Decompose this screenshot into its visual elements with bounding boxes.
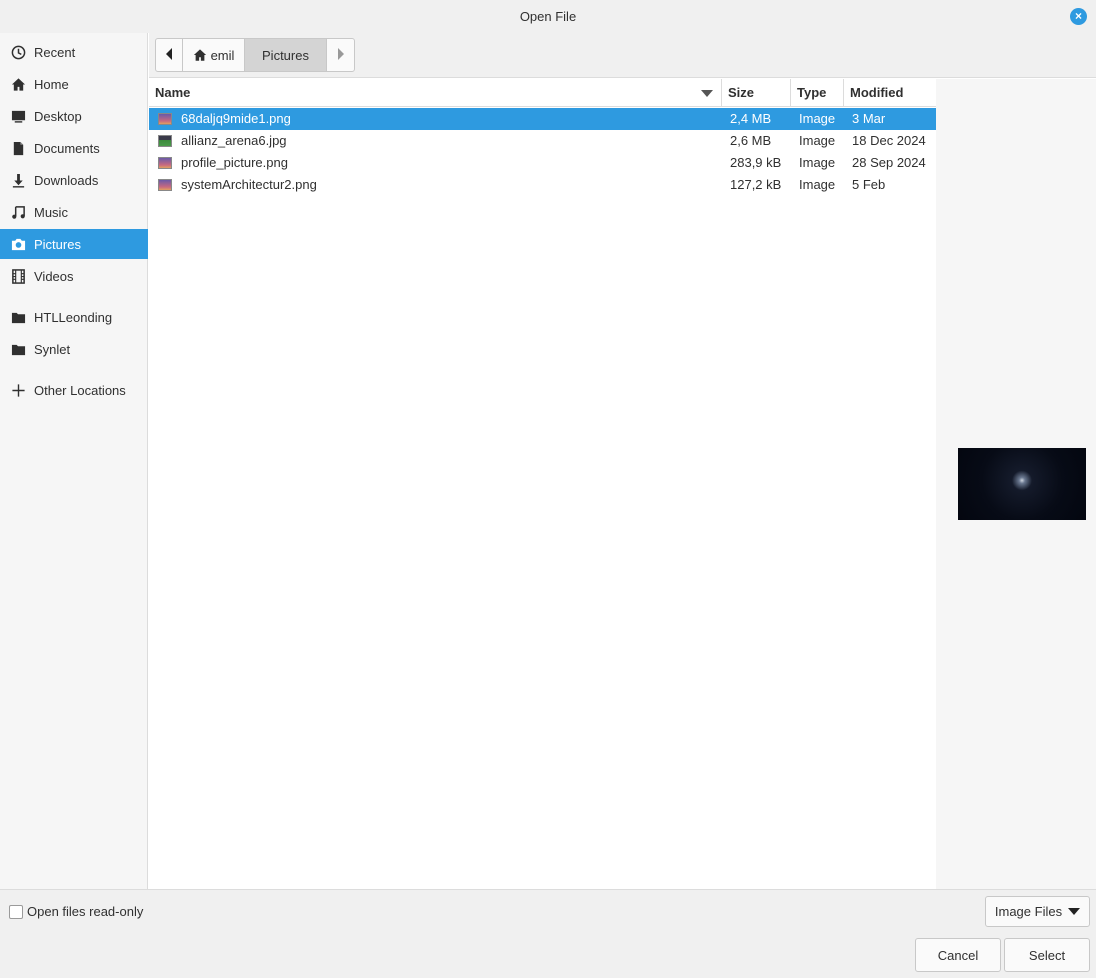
- sidebar-item-recent[interactable]: Recent: [0, 37, 148, 67]
- file-size: 2,6 MB: [730, 133, 772, 148]
- image-thumbnail-icon: [158, 157, 172, 169]
- sidebar-item-label: Downloads: [34, 172, 99, 188]
- sidebar-item-label: Documents: [34, 140, 100, 156]
- read-only-label: Open files read-only: [27, 904, 144, 919]
- path-current-label: Pictures: [262, 47, 309, 63]
- filter-label: Image Files: [994, 904, 1063, 919]
- file-type-filter-dropdown[interactable]: Image Files: [985, 896, 1090, 927]
- image-preview: [958, 448, 1086, 520]
- read-only-checkbox-row[interactable]: Open files read-only: [9, 904, 143, 919]
- plus-icon: [10, 382, 26, 398]
- file-size: 127,2 kB: [730, 177, 782, 192]
- home-icon: [10, 76, 26, 92]
- path-home-label: emil: [210, 47, 235, 63]
- clock-icon: [10, 44, 26, 60]
- file-type: Image: [799, 111, 836, 126]
- file-list[interactable]: Name Size Type Modified 68daljq9mide1.pn…: [149, 79, 936, 889]
- image-thumbnail-icon: [158, 113, 172, 125]
- path-back-button[interactable]: [156, 39, 183, 71]
- file-type: Image: [799, 133, 836, 148]
- close-button[interactable]: ×: [1070, 8, 1087, 25]
- read-only-checkbox[interactable]: [9, 904, 23, 919]
- file-name: 68daljq9mide1.png: [181, 111, 291, 126]
- film-icon: [10, 268, 26, 284]
- sidebar-item-downloads[interactable]: Downloads: [0, 165, 148, 195]
- path-forward-button[interactable]: [327, 39, 354, 71]
- home-icon: [193, 49, 206, 61]
- file-row[interactable]: 68daljq9mide1.png 2,4 MB Image 3 Mar: [149, 108, 936, 130]
- sidebar-item-label: Other Locations: [34, 382, 126, 398]
- camera-icon: [10, 236, 26, 252]
- title-bar: Open File ×: [0, 0, 1096, 33]
- chevron-left-icon: [165, 47, 173, 63]
- path-pictures-button[interactable]: Pictures: [245, 39, 327, 71]
- sidebar-item-label: Home: [34, 76, 69, 92]
- chevron-right-icon: [337, 47, 345, 63]
- close-icon: ×: [1074, 9, 1082, 23]
- file-name: profile_picture.png: [181, 155, 288, 170]
- image-thumbnail-icon: [158, 179, 172, 191]
- column-header-name[interactable]: Name: [149, 79, 722, 107]
- music-note-icon: [10, 204, 26, 220]
- file-modified: 18 Dec 2024: [852, 133, 926, 148]
- file-row[interactable]: profile_picture.png 283,9 kB Image 28 Se…: [149, 152, 936, 174]
- file-type: Image: [799, 177, 836, 192]
- image-thumbnail-icon: [158, 135, 172, 147]
- document-icon: [10, 140, 26, 156]
- sidebar-item-label: Desktop: [34, 108, 82, 124]
- file-list-header: Name Size Type Modified: [149, 79, 936, 107]
- monitor-icon: [10, 108, 26, 124]
- sidebar-item-label: Videos: [34, 268, 74, 284]
- file-name: allianz_arena6.jpg: [181, 133, 287, 148]
- sidebar-item-synlet[interactable]: Synlet: [0, 334, 148, 364]
- sidebar-item-label: HTLLeonding: [34, 309, 113, 325]
- sidebar-item-pictures[interactable]: Pictures: [0, 229, 148, 259]
- pathbar: emil Pictures: [155, 38, 355, 72]
- places-sidebar: Recent Home Desktop Documents Downloads …: [0, 33, 148, 889]
- dialog-footer: Open files read-only Image Files Cancel …: [0, 889, 1096, 978]
- file-size: 2,4 MB: [730, 111, 772, 126]
- sidebar-item-label: Music: [34, 204, 68, 220]
- column-header-size[interactable]: Size: [722, 79, 791, 107]
- window-title: Open File: [519, 9, 577, 24]
- chevron-down-icon: [1068, 908, 1081, 915]
- download-icon: [10, 172, 26, 188]
- sidebar-item-htlleonding[interactable]: HTLLeonding: [0, 302, 148, 332]
- sort-descending-icon: [701, 90, 713, 97]
- cancel-button[interactable]: Cancel: [915, 938, 1001, 972]
- file-size: 283,9 kB: [730, 155, 782, 170]
- folder-icon: [10, 341, 26, 357]
- path-home-button[interactable]: emil: [183, 39, 245, 71]
- sidebar-item-music[interactable]: Music: [0, 197, 148, 227]
- sidebar-item-videos[interactable]: Videos: [0, 261, 148, 291]
- column-header-modified[interactable]: Modified: [844, 79, 936, 107]
- sidebar-item-label: Pictures: [34, 236, 81, 252]
- sidebar-item-home[interactable]: Home: [0, 69, 148, 99]
- folder-icon: [10, 309, 26, 325]
- file-modified: 28 Sep 2024: [852, 155, 926, 170]
- sidebar-item-label: Recent: [34, 44, 76, 60]
- file-modified: 3 Mar: [852, 111, 886, 126]
- sidebar-item-label: Synlet: [34, 341, 71, 357]
- file-modified: 5 Feb: [852, 177, 886, 192]
- sidebar-item-desktop[interactable]: Desktop: [0, 101, 148, 131]
- file-row[interactable]: allianz_arena6.jpg 2,6 MB Image 18 Dec 2…: [149, 130, 936, 152]
- sidebar-item-documents[interactable]: Documents: [0, 133, 148, 163]
- file-type: Image: [799, 155, 836, 170]
- preview-pane: [936, 79, 1096, 889]
- select-button[interactable]: Select: [1004, 938, 1090, 972]
- sidebar-item-other-locations[interactable]: Other Locations: [0, 375, 148, 405]
- column-header-type[interactable]: Type: [791, 79, 844, 107]
- file-name: systemArchitectur2.png: [181, 177, 317, 192]
- pathbar-area: emil Pictures: [149, 33, 1096, 78]
- file-row[interactable]: systemArchitectur2.png 127,2 kB Image 5 …: [149, 174, 936, 196]
